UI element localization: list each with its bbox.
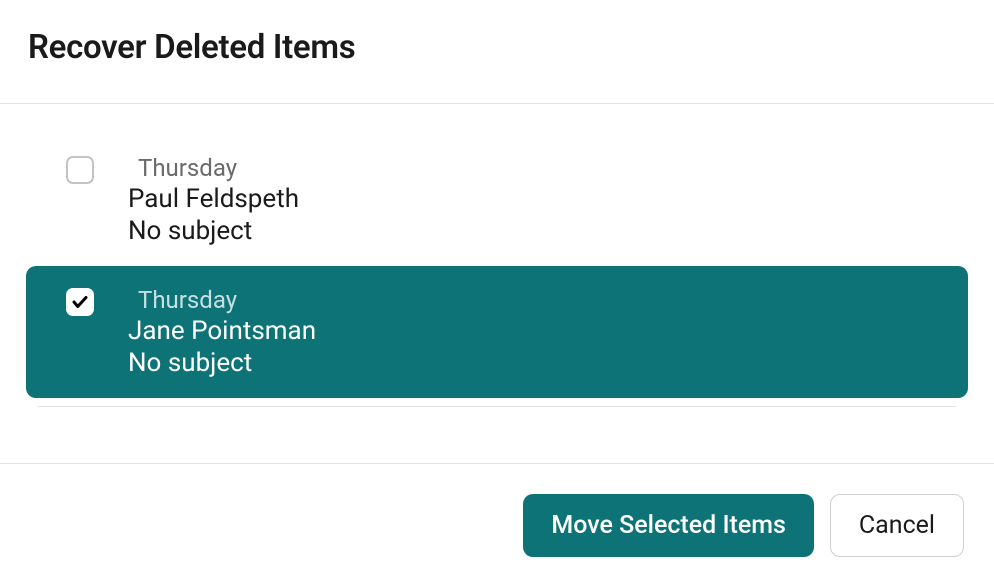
item-subject: No subject <box>128 348 938 378</box>
list-item[interactable]: Thursday Paul Feldspeth No subject <box>26 134 968 266</box>
dialog-footer: Move Selected Items Cancel <box>0 463 994 581</box>
deleted-items-list: Thursday Paul Feldspeth No subject Thurs… <box>0 104 994 407</box>
checkbox-wrap <box>66 156 94 184</box>
dialog-title: Recover Deleted Items <box>28 28 966 67</box>
move-selected-button[interactable]: Move Selected Items <box>523 494 814 557</box>
checkbox-wrap <box>66 288 94 316</box>
list-divider <box>38 406 956 407</box>
item-date: Thursday <box>128 286 938 314</box>
dialog-header: Recover Deleted Items <box>0 0 994 103</box>
list-item[interactable]: Thursday Jane Pointsman No subject <box>26 266 968 398</box>
item-checkbox[interactable] <box>66 288 94 316</box>
item-content: Thursday Paul Feldspeth No subject <box>128 154 938 246</box>
item-sender: Paul Feldspeth <box>128 184 938 214</box>
checkmark-icon <box>71 293 89 311</box>
cancel-button[interactable]: Cancel <box>830 494 964 557</box>
item-checkbox[interactable] <box>66 156 94 184</box>
item-sender: Jane Pointsman <box>128 316 938 346</box>
item-content: Thursday Jane Pointsman No subject <box>128 286 938 378</box>
item-subject: No subject <box>128 216 938 246</box>
item-date: Thursday <box>128 154 938 182</box>
